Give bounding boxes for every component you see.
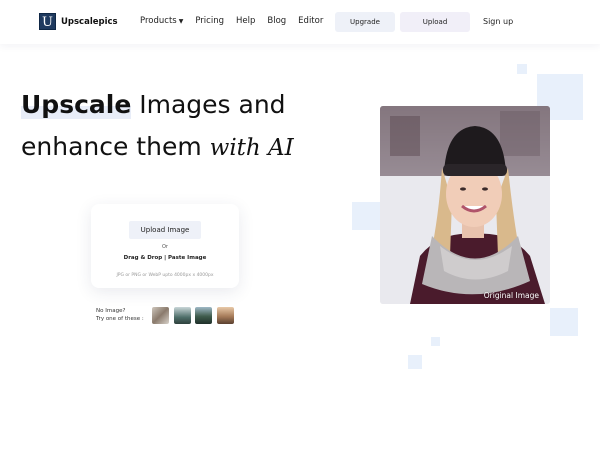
upgrade-button[interactable]: Upgrade [335,12,395,32]
main-nav: Products ▼ Pricing Help Blog Editor [140,16,335,26]
decor-square [517,64,527,74]
sample-thumbnail[interactable] [217,307,234,324]
hero-script-text: with AI [209,135,294,161]
drag-drop-text: Drag & Drop | Paste Image [123,255,207,261]
sample-thumbnail[interactable] [195,307,212,324]
image-caption: Original Image [483,291,539,300]
portrait-illustration [380,106,550,304]
signup-link[interactable]: Sign up [483,17,513,26]
upload-card[interactable]: Upload Image Or Drag & Drop | Paste Imag… [91,204,239,288]
upload-button[interactable]: Upload [400,12,470,32]
chevron-down-icon: ▼ [178,18,184,25]
sample-prompt-line1: No Image? [96,308,126,314]
hero-title-line2: enhance them with AI [21,132,294,161]
decor-square [431,337,440,346]
top-navbar: U Upscalepics Products ▼ Pricing Help Blo… [0,0,600,44]
upload-image-button[interactable]: Upload Image [129,221,201,239]
sample-prompt: No Image? Try one of these : [96,307,144,323]
hero-line2-text: enhance them [21,132,210,161]
decor-square [352,202,380,230]
preview-image: Original Image [380,106,550,304]
logo-icon: U [39,13,56,30]
nav-help[interactable]: Help [236,16,255,26]
sample-prompt-line2: Try one of these : [96,316,144,322]
file-format-hint: JPG or PNG or WebP upto 4000px x 4000px [116,273,214,278]
hero-line1-rest: Images and [131,90,286,119]
decor-square [550,308,578,336]
brand-name: Upscalepics [61,16,118,27]
hero-highlight: Upscale [21,90,132,119]
brand-logo[interactable]: U Upscalepics [39,13,118,30]
decor-square [408,355,422,369]
nav-blog[interactable]: Blog [267,16,286,26]
hero-title-line1: Upscale Images and [21,90,286,119]
nav-products[interactable]: Products ▼ [140,16,183,26]
nav-editor[interactable]: Editor [298,16,323,26]
or-divider: Or [162,244,168,250]
sample-thumbnail[interactable] [174,307,191,324]
sample-thumbnail[interactable] [152,307,169,324]
nav-pricing[interactable]: Pricing [195,16,224,26]
